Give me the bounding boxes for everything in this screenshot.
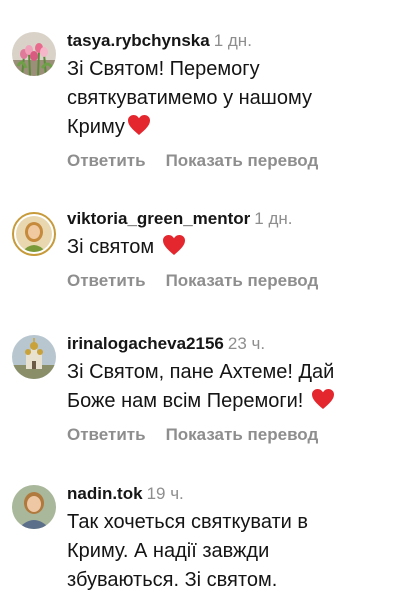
avatar[interactable] <box>12 335 56 379</box>
comment-body: irinalogacheva2156 23 ч. Зі Святом, пане … <box>67 333 404 446</box>
comment-text: Зі Святом, пане Ахтеме! Дай Боже нам всі… <box>67 358 404 416</box>
comment-time: 1 дн. <box>254 209 293 228</box>
comment-text-line: Криму. А надії завжди <box>67 540 270 562</box>
woman-avatar-icon <box>12 485 56 529</box>
red-heart-icon <box>311 389 334 409</box>
username[interactable]: viktoria_green_mentor <box>67 209 250 228</box>
comment-actions: Ответить Показать перевод <box>67 270 404 292</box>
avatar[interactable] <box>12 485 56 529</box>
comment-time: 1 дн. <box>213 31 252 50</box>
comment-actions: Ответить Показать перевод <box>67 150 404 172</box>
comment-text: Так хочеться святкувати в Криму. А надії… <box>67 508 404 595</box>
reply-button[interactable]: Ответить <box>67 151 146 170</box>
comment-body: nadin.tok 19 ч. Так хочеться святкувати в… <box>67 483 404 595</box>
comment-text: Зі святом <box>67 233 404 262</box>
avatar[interactable] <box>12 212 56 256</box>
comment-text-line: Криму <box>67 116 125 138</box>
translate-button[interactable]: Показать перевод <box>166 151 319 170</box>
comment-text-line: святкуватимемо у нашому <box>67 87 312 109</box>
tulips-avatar-icon <box>12 32 56 76</box>
translate-button[interactable]: Показать перевод <box>166 271 319 290</box>
comment-time: 19 ч. <box>146 484 184 503</box>
comment-text-line: Так хочеться святкувати в <box>67 511 309 533</box>
comment-header: nadin.tok 19 ч. <box>67 483 404 505</box>
username[interactable]: irinalogacheva2156 <box>67 334 224 353</box>
reply-button[interactable]: Ответить <box>67 271 146 290</box>
comment-time: 23 ч. <box>227 334 266 353</box>
church-avatar-icon <box>12 335 56 379</box>
comment-header: viktoria_green_mentor 1 дн. <box>67 208 404 230</box>
comment-text-line: Зі святом <box>67 236 160 258</box>
comment-body: tasya.rybchynska 1 дн. Зі Святом! Перемог… <box>67 30 404 172</box>
avatar[interactable] <box>12 32 56 76</box>
comment-text-line: Зі Святом, пане Ахтеме! Дай <box>67 361 335 383</box>
username[interactable]: nadin.tok <box>67 484 143 503</box>
translate-button[interactable]: Показать перевод <box>166 425 319 444</box>
username[interactable]: tasya.rybchynska <box>67 31 210 50</box>
red-heart-icon <box>127 115 150 135</box>
red-heart-icon <box>162 235 185 255</box>
comment-text-line: Зі Святом! Перемогу <box>67 58 260 80</box>
comment-text-line: збуваються. Зі святом. <box>67 569 278 591</box>
comment-text-line: Боже нам всім Перемоги! <box>67 390 309 412</box>
comment-actions: Ответить Показать перевод <box>67 424 404 446</box>
comment-header: irinalogacheva2156 23 ч. <box>67 333 404 355</box>
reply-button[interactable]: Ответить <box>67 425 146 444</box>
comment-body: viktoria_green_mentor 1 дн. Зі святом Отв… <box>67 208 404 292</box>
comment-header: tasya.rybchynska 1 дн. <box>67 30 404 52</box>
woman-portrait-avatar-icon <box>16 216 52 252</box>
comment-text: Зі Святом! Перемогу святкуватимемо у наш… <box>67 55 404 142</box>
